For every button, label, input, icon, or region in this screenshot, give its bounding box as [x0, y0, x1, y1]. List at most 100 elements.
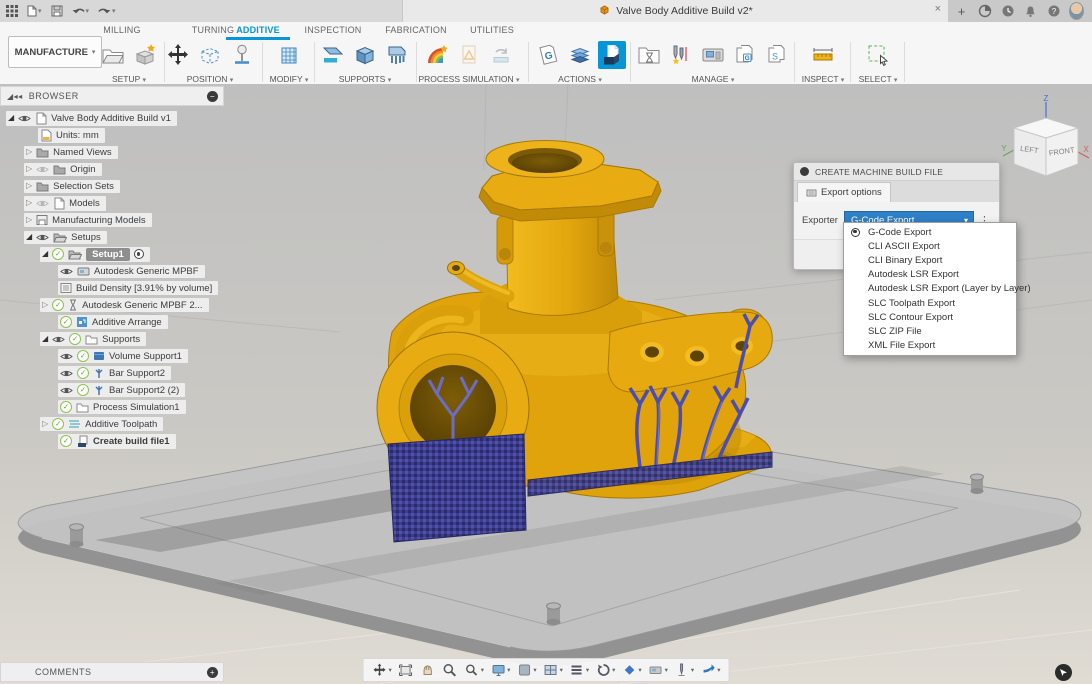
expand-closed-icon[interactable]: ▷: [26, 165, 32, 173]
browser-header[interactable]: ◢◂◂ BROWSER −: [0, 86, 224, 106]
exporter-option[interactable]: SLC Toolpath Export: [844, 296, 1016, 310]
visibility-eye-icon[interactable]: [60, 267, 73, 276]
zoom-window-icon[interactable]: ▾: [462, 662, 486, 678]
machine-sim-icon[interactable]: ▾: [646, 662, 670, 678]
visibility-eye-icon[interactable]: [60, 369, 73, 378]
expand-open-icon[interactable]: ◢: [42, 335, 48, 343]
exporter-option[interactable]: XML File Export: [844, 339, 1016, 353]
exporter-option[interactable]: G-Code Export: [844, 225, 1016, 239]
thermal-sim-icon[interactable]: [423, 41, 451, 69]
browser-tree-item[interactable]: ✓Volume Support1: [58, 348, 188, 364]
panel-options-icon[interactable]: −: [207, 91, 218, 102]
viewcube[interactable]: Z Y X LEFT FRONT: [1000, 94, 1090, 180]
play-forward-icon[interactable]: ▾: [698, 662, 722, 678]
browser-tree-item[interactable]: ◢✓Setup1: [40, 246, 150, 262]
workspace-selector[interactable]: MANUFACTURE ▾: [8, 36, 102, 68]
file-new-icon[interactable]: ▾: [27, 5, 42, 17]
exporter-option[interactable]: CLI ASCII Export: [844, 239, 1016, 253]
browser-tree-item[interactable]: ▷Manufacturing Models: [24, 212, 152, 228]
ribbon-tab-fabrication[interactable]: FABRICATION: [385, 25, 447, 35]
expand-open-icon[interactable]: ◢: [42, 250, 48, 258]
free-orbit-icon[interactable]: [418, 662, 438, 678]
exporter-option[interactable]: Autodesk LSR Export (Layer by Layer): [844, 282, 1016, 296]
extensions-clock-icon[interactable]: [1000, 4, 1015, 19]
bar-support-icon[interactable]: [383, 41, 411, 69]
expand-closed-icon[interactable]: ▷: [26, 199, 32, 207]
comments-bar[interactable]: COMMENTS +: [0, 662, 224, 682]
dialog-header[interactable]: CREATE MACHINE BUILD FILE: [794, 163, 999, 181]
browser-tree-item[interactable]: Build Density [3.91% by volume]: [58, 280, 218, 296]
browser-tree-item[interactable]: ▷Origin: [24, 161, 102, 177]
help-icon[interactable]: ?: [1046, 4, 1061, 19]
folder-hourglass-icon[interactable]: [635, 41, 663, 69]
setup-folder-icon[interactable]: [99, 41, 127, 69]
feedback-badge[interactable]: [1055, 664, 1072, 681]
visibility-eye-off-icon[interactable]: [36, 165, 49, 174]
browser-tree-item[interactable]: ▷Models: [24, 195, 106, 211]
new-tab-icon[interactable]: +: [954, 4, 969, 19]
save-icon[interactable]: [51, 5, 63, 17]
visibility-eye-icon[interactable]: [60, 352, 73, 361]
tool-library-icon[interactable]: [667, 41, 695, 69]
browser-tree-item[interactable]: ▷Selection Sets: [24, 178, 120, 194]
pan-icon[interactable]: ▾: [370, 662, 394, 678]
browser-tree-item[interactable]: ✓Process Simulation1: [58, 399, 186, 415]
browser-tree-item[interactable]: ◢Setups: [24, 229, 107, 245]
browser-tree-item[interactable]: Autodesk Generic MPBF: [58, 263, 205, 279]
move-arrows-icon[interactable]: [164, 41, 192, 69]
group-label-inspect[interactable]: INSPECT ▾: [802, 74, 845, 84]
browser-tree-item[interactable]: ✓Create build file1: [58, 433, 176, 449]
post-process-g-icon[interactable]: G: [534, 41, 562, 69]
group-label-modify[interactable]: MODIFY ▾: [270, 74, 309, 84]
step-marker-icon[interactable]: ▾: [619, 662, 643, 678]
viewports-icon[interactable]: ▾: [541, 662, 565, 678]
group-label-process-simulation[interactable]: PROCESS SIMULATION ▾: [418, 74, 519, 84]
ribbon-tab-turning[interactable]: TURNING: [192, 25, 234, 35]
tool-sim-icon[interactable]: ▾: [672, 662, 696, 678]
zoom-icon[interactable]: [440, 662, 460, 678]
browser-tree-item[interactable]: ◢Valve Body Additive Build v1: [6, 110, 177, 126]
display-settings-icon[interactable]: ▾: [488, 662, 512, 678]
group-label-select[interactable]: SELECT ▾: [859, 74, 898, 84]
group-label-setup[interactable]: SETUP ▾: [112, 74, 146, 84]
group-label-position[interactable]: POSITION ▾: [187, 74, 234, 84]
viewport-canvas[interactable]: Z Y X LEFT FRONT ◢◂◂ BROWSER − ◢Valve Bo…: [0, 84, 1092, 684]
expand-closed-icon[interactable]: ▷: [42, 420, 48, 428]
turntable-icon[interactable]: ▾: [593, 662, 617, 678]
fit-icon[interactable]: [396, 662, 416, 678]
machine-library-icon[interactable]: [699, 41, 727, 69]
visibility-eye-icon[interactable]: [18, 114, 31, 123]
close-tab-icon[interactable]: ×: [935, 3, 941, 15]
user-avatar-icon[interactable]: [1069, 4, 1084, 19]
exporter-option[interactable]: Autodesk LSR Export: [844, 268, 1016, 282]
expand-closed-icon[interactable]: ▷: [42, 301, 48, 309]
volume-support-icon[interactable]: [351, 41, 379, 69]
expand-closed-icon[interactable]: ▷: [26, 148, 32, 156]
area-support-icon[interactable]: [319, 41, 347, 69]
create-build-file-icon[interactable]: [598, 41, 626, 69]
browser-tree-item[interactable]: ◢✓Supports: [40, 331, 146, 347]
collapse-panel-icon[interactable]: ◢◂◂: [7, 92, 23, 101]
slice-preview-icon[interactable]: [566, 41, 594, 69]
mesh-box-icon[interactable]: [275, 41, 303, 69]
arrange-plate-icon[interactable]: [131, 41, 159, 69]
document-tab[interactable]: Valve Body Additive Build v2* ×: [402, 0, 950, 22]
grid-settings-icon[interactable]: ▾: [514, 662, 538, 678]
exporter-option[interactable]: SLC ZIP File: [844, 324, 1016, 338]
measure-ruler-icon[interactable]: [809, 41, 837, 69]
tab-export-options[interactable]: Export options: [797, 182, 891, 202]
refresh-sim-icon[interactable]: [487, 41, 515, 69]
pin-support-icon[interactable]: [228, 41, 256, 69]
undo-icon[interactable]: ▾: [72, 6, 90, 17]
visibility-eye-icon[interactable]: [36, 233, 49, 242]
redo-icon[interactable]: ▾: [98, 6, 116, 17]
notifications-bell-icon[interactable]: [1023, 4, 1038, 19]
active-setup-radio[interactable]: [134, 249, 144, 259]
visibility-eye-off-icon[interactable]: [36, 199, 49, 208]
browser-tree-item[interactable]: ▷Named Views: [24, 144, 118, 160]
browser-tree-item[interactable]: ✓Bar Support2 (2): [58, 382, 185, 398]
browser-tree-item[interactable]: ✓Additive Arrange: [58, 314, 168, 330]
ribbon-tab-additive[interactable]: ADDITIVE: [236, 25, 280, 35]
g-code-docs-icon[interactable]: G: [731, 41, 759, 69]
layer-preview-icon[interactable]: ▾: [567, 662, 591, 678]
